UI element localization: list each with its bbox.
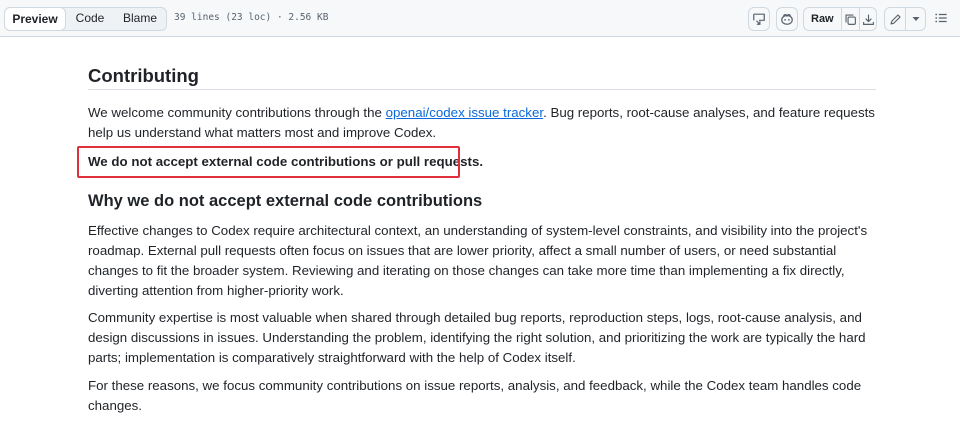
edit-options-dropdown[interactable] bbox=[906, 8, 925, 30]
copilot-button[interactable] bbox=[776, 7, 798, 31]
paragraph-community-expertise: Community expertise is most valuable whe… bbox=[88, 310, 866, 365]
file-toolbar: Preview Code Blame 39 lines (23 loc) · 2… bbox=[0, 0, 960, 37]
copilot-icon bbox=[780, 12, 794, 26]
intro-paragraph: We welcome community contributions throu… bbox=[88, 103, 876, 143]
raw-button[interactable]: Raw bbox=[804, 8, 841, 30]
raw-label: Raw bbox=[811, 13, 834, 25]
download-raw-button[interactable] bbox=[860, 8, 876, 30]
paragraph-architectural-context: Effective changes to Codex require archi… bbox=[88, 223, 868, 298]
open-in-codespace-icon bbox=[752, 12, 766, 26]
edit-file-button[interactable] bbox=[885, 8, 905, 30]
paragraph-conclusion: For these reasons, we focus community co… bbox=[88, 378, 862, 413]
edit-button-group bbox=[884, 7, 926, 31]
pencil-icon bbox=[889, 13, 902, 26]
section-heading: Why we do not accept external code contr… bbox=[88, 192, 483, 210]
file-meta: 39 lines (23 loc) · 2.56 KB bbox=[174, 12, 329, 23]
outline-toggle-button[interactable] bbox=[934, 11, 950, 27]
list-unordered-icon bbox=[934, 12, 948, 29]
download-icon bbox=[862, 13, 875, 26]
raw-button-group: Raw bbox=[803, 7, 877, 31]
tab-preview[interactable]: Preview bbox=[4, 7, 66, 31]
intro-text-before-link: We welcome community contributions throu… bbox=[88, 105, 386, 120]
open-in-codespace-button[interactable] bbox=[748, 7, 770, 31]
tab-code[interactable]: Code bbox=[66, 7, 114, 31]
triangle-down-icon bbox=[912, 16, 920, 22]
highlight-annotation-box bbox=[77, 146, 460, 178]
document-title: Contributing bbox=[88, 65, 199, 86]
copy-icon bbox=[844, 13, 857, 26]
title-divider bbox=[88, 89, 876, 90]
copy-raw-button[interactable] bbox=[841, 8, 859, 30]
tab-blame[interactable]: Blame bbox=[114, 7, 166, 31]
issue-tracker-link[interactable]: openai/codex issue tracker bbox=[386, 105, 543, 120]
view-mode-segmented-control: Preview Code Blame bbox=[4, 7, 167, 31]
